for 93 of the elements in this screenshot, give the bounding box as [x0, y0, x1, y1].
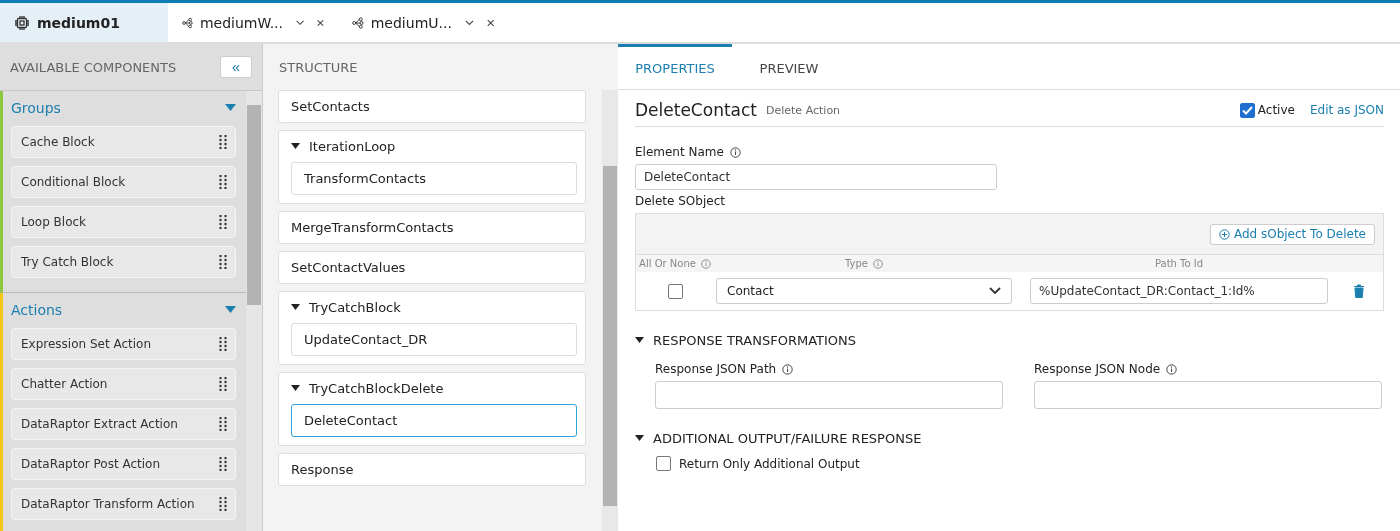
step-card[interactable]: UpdateContact_DR — [291, 323, 577, 356]
block-label: TryCatchBlock — [309, 300, 401, 315]
component-item[interactable]: Cache Block — [11, 126, 236, 158]
block-card[interactable]: IterationLoop TransformContacts — [278, 130, 586, 204]
info-icon — [1166, 363, 1178, 375]
checkbox-label: Active — [1257, 103, 1295, 117]
trash-icon[interactable] — [1353, 284, 1365, 298]
element-title: DeleteContact — [635, 100, 757, 120]
block-card[interactable]: TryCatchBlockDelete DeleteContact — [278, 372, 586, 446]
column-header: All Or None — [639, 258, 696, 269]
column-header: Path To Id — [1154, 258, 1204, 269]
component-label: Loop Block — [21, 215, 87, 229]
path-field[interactable]: %UpdateContact_DR:Contact_1:Id% — [1030, 278, 1328, 304]
element-type: Delete Action — [766, 103, 841, 117]
panel-title: STRUCTURE — [279, 59, 358, 75]
text-field[interactable] — [655, 381, 1003, 409]
component-label: Chatter Action — [21, 377, 108, 391]
field-label: Element Name — [635, 145, 724, 159]
step-card[interactable]: SetContacts — [278, 90, 586, 123]
element-name-field[interactable]: DeleteContact — [635, 164, 997, 190]
chevron-down-icon[interactable] — [296, 18, 305, 27]
text-field[interactable] — [1034, 381, 1382, 409]
checkbox[interactable] — [667, 283, 683, 299]
component-label: DataRaptor Post Action — [21, 457, 160, 471]
tab-label: mediumU... — [370, 14, 452, 31]
flow-icon — [352, 14, 364, 31]
chevron-down-icon[interactable] — [464, 18, 474, 27]
component-item[interactable]: Expression Set Action — [11, 328, 236, 360]
chevron-down-icon — [989, 287, 1001, 295]
component-item[interactable]: DataRaptor Post Action — [11, 448, 236, 480]
edit-json-link[interactable]: Edit as JSON — [1309, 103, 1384, 117]
active-checkbox[interactable] — [1239, 102, 1255, 118]
panel-title: AVAILABLE COMPONENTS — [10, 59, 177, 75]
component-label: DataRaptor Transform Action — [21, 497, 195, 511]
close-icon[interactable] — [317, 17, 324, 28]
component-label: DataRaptor Extract Action — [21, 417, 178, 431]
field-label: Response JSON Node — [1034, 362, 1161, 376]
add-sobject-button[interactable]: Add sObject To Delete — [1209, 223, 1375, 245]
info-icon — [782, 363, 794, 375]
component-item[interactable]: Try Catch Block — [11, 246, 236, 278]
caret-down-icon[interactable] — [635, 435, 644, 442]
component-label: Try Catch Block — [21, 255, 114, 269]
drag-handle-icon[interactable] — [219, 377, 227, 391]
section-title: RESPONSE TRANSFORMATIONS — [653, 333, 857, 348]
drag-handle-icon[interactable] — [219, 175, 227, 189]
tab-label: medium01 — [37, 14, 120, 31]
checkbox-label: Return Only Additional Output — [679, 456, 860, 471]
drag-handle-icon[interactable] — [219, 255, 227, 269]
step-card[interactable]: SetContactValues — [278, 251, 586, 284]
drag-handle-icon[interactable] — [219, 215, 227, 229]
panel-tab[interactable]: PREVIEW — [732, 44, 846, 89]
component-label: Conditional Block — [21, 175, 126, 189]
step-card[interactable]: MergeTransformContacts — [278, 211, 586, 244]
caret-down-icon[interactable] — [291, 385, 300, 392]
file-tab[interactable]: mediumU... — [338, 3, 508, 42]
checkbox[interactable] — [656, 456, 671, 471]
field-label: Response JSON Path — [655, 362, 777, 376]
drag-handle-icon[interactable] — [219, 417, 227, 431]
caret-down-icon[interactable] — [635, 337, 644, 344]
drag-handle-icon[interactable] — [219, 135, 227, 149]
step-card[interactable]: TransformContacts — [291, 162, 577, 195]
section-title: ADDITIONAL OUTPUT/FAILURE RESPONSE — [653, 431, 922, 446]
scrollbar[interactable] — [246, 91, 262, 531]
file-tab[interactable]: medium01 — [0, 3, 168, 42]
panel-tab[interactable]: PROPERTIES — [618, 44, 732, 89]
info-icon — [729, 146, 741, 158]
drag-handle-icon[interactable] — [219, 497, 227, 511]
scrollbar[interactable] — [602, 90, 618, 531]
block-card[interactable]: TryCatchBlock UpdateContact_DR — [278, 291, 586, 365]
plus-circle-icon — [1218, 228, 1230, 240]
component-label: Cache Block — [21, 135, 95, 149]
component-item[interactable]: Conditional Block — [11, 166, 236, 198]
step-card[interactable]: Response — [278, 453, 586, 486]
file-tab[interactable]: mediumW... — [168, 3, 338, 42]
component-item[interactable]: DataRaptor Extract Action — [11, 408, 236, 440]
column-header: Type — [845, 258, 868, 269]
field-label: Delete SObject — [635, 194, 725, 208]
caret-down-icon[interactable] — [291, 304, 300, 311]
drag-handle-icon[interactable] — [219, 457, 227, 471]
component-label: Expression Set Action — [21, 337, 152, 351]
caret-down-icon[interactable] — [291, 143, 300, 150]
drag-handle-icon[interactable] — [219, 337, 227, 351]
block-label: TryCatchBlockDelete — [309, 381, 444, 396]
block-label: IterationLoop — [309, 139, 396, 154]
collapse-button[interactable]: « — [220, 56, 252, 78]
chip-icon — [14, 14, 30, 31]
close-icon[interactable] — [486, 17, 494, 28]
tab-label: mediumW... — [199, 14, 283, 31]
step-card[interactable]: DeleteContact — [291, 404, 577, 437]
component-item[interactable]: DataRaptor Transform Action — [11, 488, 236, 520]
component-item[interactable]: Loop Block — [11, 206, 236, 238]
component-item[interactable]: Chatter Action — [11, 368, 236, 400]
type-dropdown[interactable]: Contact — [716, 278, 1012, 304]
